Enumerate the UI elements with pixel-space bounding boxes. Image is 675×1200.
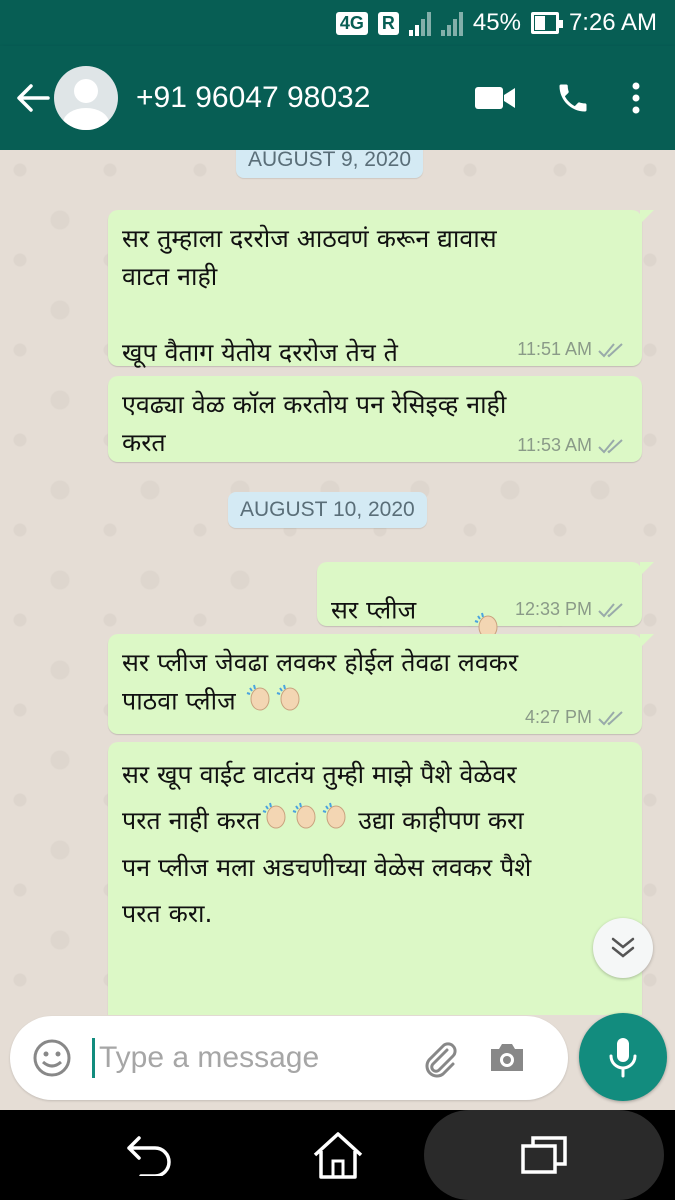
arrow-left-icon bbox=[17, 84, 50, 112]
nav-back-button[interactable] bbox=[110, 1110, 190, 1200]
clapping-hands-emoji bbox=[260, 799, 290, 845]
message-meta: 11:51 AM bbox=[517, 339, 628, 360]
message-bubble[interactable]: सर तुम्हाला दररोज आठवणं करून द्यावास वाट… bbox=[108, 210, 654, 367]
chat-area[interactable]: AUGUST 9, 2020 सर तुम्हाला दररोज आठवणं क… bbox=[0, 150, 675, 1015]
signal-secondary-icon bbox=[440, 10, 463, 36]
recent-apps-icon bbox=[521, 1136, 567, 1174]
clock: 7:26 AM bbox=[568, 9, 657, 36]
scroll-to-bottom-button[interactable] bbox=[593, 918, 653, 978]
back-button[interactable] bbox=[8, 46, 58, 150]
double-check-icon bbox=[598, 710, 623, 725]
network-type-badge: 4G bbox=[335, 11, 368, 35]
battery-percent: 45% bbox=[472, 9, 521, 36]
phone-icon bbox=[559, 84, 587, 112]
date-chip: AUGUST 10, 2020 bbox=[228, 492, 427, 528]
undo-arrow-icon bbox=[127, 1136, 171, 1176]
message-time: 11:51 AM bbox=[517, 339, 592, 359]
contact-name[interactable]: +91 96047 98032 bbox=[136, 81, 465, 115]
nav-recents-button[interactable] bbox=[424, 1110, 664, 1200]
double-check-icon bbox=[598, 602, 623, 617]
double-check-icon bbox=[598, 438, 623, 453]
camera-button[interactable] bbox=[479, 1030, 535, 1086]
date-chip: AUGUST 9, 2020 bbox=[236, 150, 424, 178]
system-nav-bar bbox=[0, 1110, 675, 1200]
emoji-icon bbox=[33, 1039, 71, 1077]
video-camera-icon bbox=[475, 87, 515, 109]
voice-call-button[interactable] bbox=[543, 68, 603, 128]
nav-home-button[interactable] bbox=[298, 1110, 378, 1200]
message-time: 12:33 PM bbox=[514, 599, 592, 619]
voice-record-button[interactable] bbox=[579, 1013, 667, 1101]
more-options-button[interactable] bbox=[621, 68, 651, 128]
chat-header: +91 96047 98032 bbox=[0, 46, 675, 150]
message-bubble[interactable]: एवढ्या वेळ कॉल करतोय पन रेसिइव्ह नाही कर… bbox=[108, 376, 642, 462]
signal-icon bbox=[408, 10, 431, 36]
message-bubble[interactable]: सर प्लीज जेवढा लवकर होईल तेवढा लवकर पाठवा… bbox=[108, 634, 654, 734]
battery-icon bbox=[530, 12, 563, 34]
message-bubble[interactable]: सर प्लीज 12:33 PM bbox=[317, 562, 654, 639]
emoji-button[interactable] bbox=[26, 1032, 78, 1084]
camera-icon bbox=[491, 1044, 523, 1071]
message-meta: 12:33 PM bbox=[515, 599, 628, 620]
double-check-icon bbox=[598, 342, 623, 357]
clapping-hands-emoji bbox=[244, 682, 274, 723]
clapping-hands-emoji bbox=[320, 799, 350, 845]
video-call-button[interactable] bbox=[465, 68, 525, 128]
message-composer bbox=[10, 1016, 568, 1100]
home-icon bbox=[313, 1132, 363, 1179]
double-chevron-down-icon bbox=[611, 937, 635, 958]
microphone-icon bbox=[609, 1038, 637, 1078]
clapping-hands-emoji bbox=[274, 682, 304, 723]
message-meta: 11:53 AM bbox=[517, 435, 628, 456]
message-text: सर खूप वाईट वाटतंय तुम्ही माझे पैशे वेळे… bbox=[122, 760, 532, 928]
attach-button[interactable] bbox=[411, 1030, 467, 1086]
message-input[interactable] bbox=[99, 1041, 399, 1075]
avatar[interactable] bbox=[54, 66, 118, 130]
status-bar: 4G R 45% 7:26 AM bbox=[0, 0, 675, 46]
more-vertical-icon bbox=[632, 82, 640, 114]
paperclip-icon bbox=[425, 1042, 457, 1078]
text-caret bbox=[92, 1038, 95, 1078]
message-time: 11:53 AM bbox=[517, 435, 592, 455]
message-time: 4:27 PM bbox=[524, 707, 592, 727]
message-meta: 4:27 PM bbox=[525, 707, 628, 728]
clapping-hands-emoji bbox=[290, 799, 320, 845]
message-bubble[interactable]: सर खूप वाईट वाटतंय तुम्ही माझे पैशे वेळे… bbox=[108, 742, 642, 1015]
roaming-badge: R bbox=[377, 11, 399, 35]
